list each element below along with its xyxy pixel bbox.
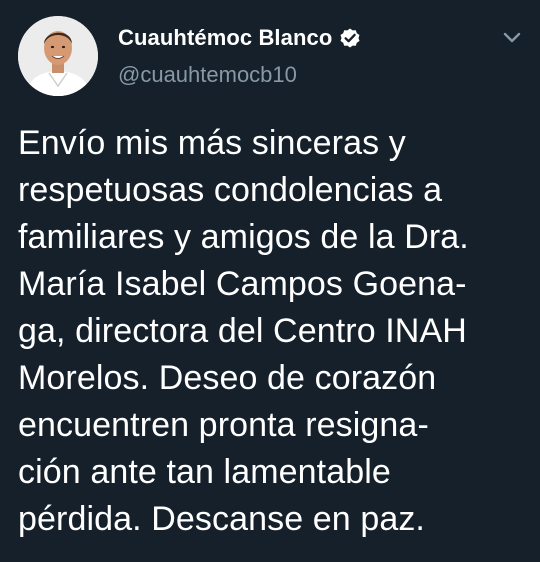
tweet-text-line: encuentren pronta resigna- [18, 406, 429, 444]
tweet-text-line: pérdida. Descanse en paz. [18, 500, 425, 538]
avatar[interactable] [18, 16, 98, 96]
tweet-text-line: Envío mis más sinceras y [18, 124, 406, 162]
author-display-name[interactable]: Cuauhtémoc Blanco [118, 25, 332, 51]
tweet-text-line: ción ante tan lamentable [18, 453, 391, 491]
tweet-text-line: Morelos. Deseo de corazón [18, 359, 437, 397]
tweet-text-line: ga, directora del Centro INAH [18, 312, 467, 350]
chevron-down-icon[interactable] [500, 28, 524, 48]
tweet-text-line: familiares y amigos de la Dra. [18, 218, 469, 256]
author-name-row: Cuauhtémoc Blanco [118, 22, 362, 54]
verified-badge-icon [338, 26, 362, 50]
avatar-image [18, 16, 98, 96]
tweet-text-line: María Isabel Campos Goena- [18, 265, 467, 303]
tweet-text-line: respetuosas condolencias a [18, 171, 443, 209]
tweet-text: Envío mis más sinceras y respetuosas con… [18, 120, 528, 543]
author-handle[interactable]: @cuauhtemocb10 [118, 62, 297, 88]
tweet: Cuauhtémoc Blanco @cuauhtemocb10 Envío m… [0, 0, 540, 562]
